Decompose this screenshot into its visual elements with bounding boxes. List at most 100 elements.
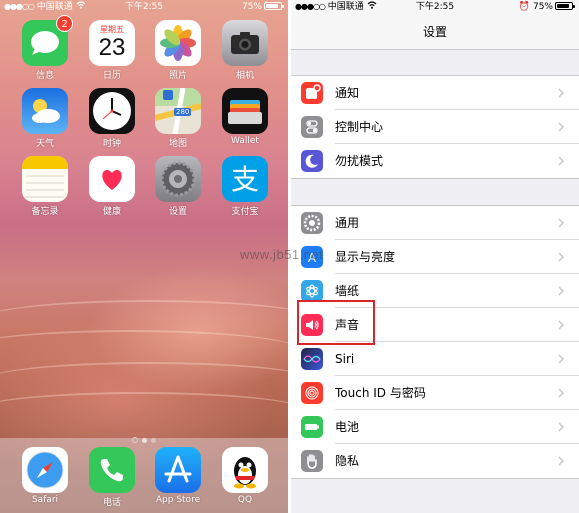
wallpaper-wave — [0, 392, 288, 432]
app-weather[interactable]: 天气 — [17, 88, 73, 149]
calendar-day: 23 — [98, 34, 126, 61]
messages-badge: 2 — [56, 15, 73, 32]
settings-gear-icon — [155, 156, 201, 202]
chevron-right-icon — [558, 286, 565, 296]
app-messages[interactable]: 2 信息 — [17, 15, 73, 81]
settings-screen: ●●●○○ 中国联通 下午2:55 ⏰ 75% 设置 通知 控制中心 勿扰模式 … — [291, 0, 579, 513]
app-health[interactable]: 健康 — [84, 156, 140, 217]
app-label: 日历 — [102, 71, 121, 81]
weather-icon — [22, 88, 68, 134]
app-alipay[interactable]: 支 支付宝 — [217, 156, 273, 217]
settings-group: 通知 控制中心 勿扰模式 — [291, 75, 579, 179]
chevron-right-icon — [558, 156, 565, 166]
app-store-icon — [155, 447, 201, 493]
app-label: Safari — [31, 495, 59, 505]
page-title: 设置 — [422, 25, 447, 39]
chevron-right-icon — [558, 422, 565, 432]
app-safari[interactable]: Safari — [17, 447, 73, 505]
wallet-icon — [222, 88, 268, 134]
settings-row-general[interactable]: 通用 — [291, 206, 579, 240]
app-label: Wallet — [231, 136, 259, 146]
app-label: QQ — [237, 495, 253, 505]
app-wallet[interactable]: Wallet — [217, 88, 273, 146]
app-label: 照片 — [168, 71, 187, 81]
app-label: 健康 — [102, 207, 121, 217]
row-label: 通用 — [335, 216, 360, 230]
sounds-highlight-box — [297, 300, 375, 345]
row-label: 显示与亮度 — [335, 250, 396, 264]
app-notes[interactable]: 备忘录 — [17, 156, 73, 217]
battery-icon — [301, 416, 323, 438]
chevron-right-icon — [558, 354, 565, 364]
safari-icon — [22, 447, 68, 493]
notes-icon — [22, 156, 68, 202]
chevron-right-icon — [558, 218, 565, 228]
app-camera[interactable]: 相机 — [217, 20, 273, 81]
battery-percent: 75% — [532, 2, 553, 12]
row-label: 电池 — [335, 420, 360, 434]
battery-percent: 75% — [241, 2, 262, 12]
qq-penguin-icon — [222, 447, 268, 493]
hand-icon — [301, 450, 323, 472]
app-label: 时钟 — [102, 139, 121, 149]
chevron-right-icon — [558, 388, 565, 398]
app-label: 天气 — [35, 139, 54, 149]
settings-row-control-center[interactable]: 控制中心 — [291, 110, 579, 144]
settings-row-siri[interactable]: Siri — [291, 342, 579, 376]
health-icon — [89, 156, 135, 202]
chevron-right-icon — [558, 122, 565, 132]
app-app-store[interactable]: App Store — [150, 447, 206, 505]
app-label: 设置 — [168, 207, 187, 217]
battery-icon — [555, 2, 575, 10]
photos-icon — [155, 20, 201, 66]
settings-row-battery[interactable]: 电池 — [291, 410, 579, 444]
settings-row-privacy[interactable]: 隐私 — [291, 444, 579, 478]
gear-icon — [301, 212, 323, 234]
app-label: 支付宝 — [231, 207, 259, 217]
settings-row-display-brightness[interactable]: A 显示与亮度 — [291, 240, 579, 274]
app-qq[interactable]: QQ — [217, 447, 273, 505]
app-label: App Store — [155, 495, 201, 505]
phone-icon — [89, 447, 135, 493]
camera-icon — [222, 20, 268, 66]
chevron-right-icon — [558, 320, 565, 330]
siri-icon — [301, 348, 323, 370]
status-bar: ●●●○○ 中国联通 下午2:55 ⏰ 75% — [291, 0, 579, 14]
app-calendar[interactable]: 星期五 23 日历 — [84, 20, 140, 81]
app-settings[interactable]: 设置 — [150, 156, 206, 217]
app-clock[interactable]: 时钟 — [84, 88, 140, 149]
app-label: 相机 — [235, 71, 254, 81]
dock: Safari 电话 App Store QQ — [0, 438, 288, 513]
maps-icon: 280 — [155, 88, 201, 134]
chevron-right-icon — [558, 456, 565, 466]
row-label: 通知 — [335, 86, 360, 100]
chevron-right-icon — [558, 252, 565, 262]
app-maps[interactable]: 280 地图 — [150, 88, 206, 149]
app-label: 地图 — [168, 139, 187, 149]
moon-icon — [301, 150, 323, 172]
row-label: 控制中心 — [335, 120, 384, 134]
app-label: 电话 — [102, 498, 121, 508]
app-label: 备忘录 — [31, 207, 59, 217]
alarm-icon: ⏰ — [518, 2, 531, 12]
calendar-weekday: 星期五 — [100, 25, 124, 34]
app-label: 信息 — [35, 71, 54, 81]
calendar-icon: 星期五 23 — [89, 20, 135, 66]
navigation-bar: 设置 — [291, 14, 579, 50]
app-photos[interactable]: 照片 — [150, 20, 206, 81]
row-label: 勿扰模式 — [335, 154, 384, 168]
settings-row-do-not-disturb[interactable]: 勿扰模式 — [291, 144, 579, 178]
clock-icon — [89, 88, 135, 134]
row-label: Siri — [335, 352, 355, 366]
app-phone[interactable]: 电话 — [84, 447, 140, 508]
settings-row-notifications[interactable]: 通知 — [291, 76, 579, 110]
status-bar: ●●●○○ 中国联通 下午2:55 75% — [0, 0, 288, 14]
watermark: www.jb51.net — [240, 247, 324, 262]
control-center-icon — [301, 116, 323, 138]
fingerprint-icon — [301, 382, 323, 404]
row-label: Touch ID 与密码 — [335, 386, 426, 400]
settings-row-touch-id-passcode[interactable]: Touch ID 与密码 — [291, 376, 579, 410]
notifications-icon — [301, 82, 323, 104]
alipay-icon: 支 — [222, 156, 268, 202]
wallpaper-icon — [301, 280, 323, 302]
